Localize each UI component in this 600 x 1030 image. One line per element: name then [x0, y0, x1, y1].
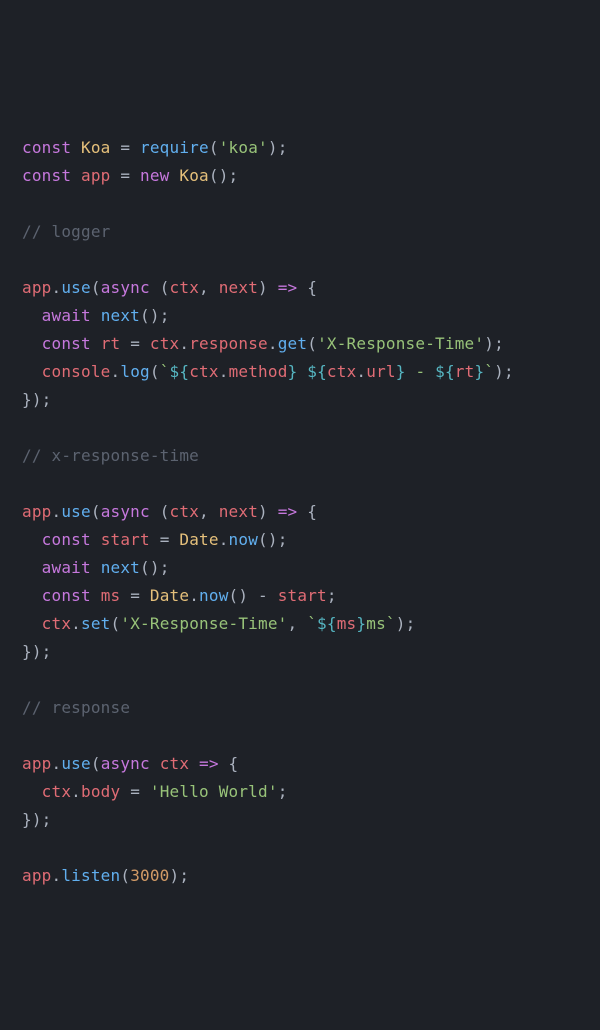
- code-line: const start = Date.now();: [22, 530, 288, 549]
- identifier: Koa: [81, 138, 111, 157]
- code-line: const app = new Koa();: [22, 166, 238, 185]
- code-line: app.use(async (ctx, next) => {: [22, 278, 317, 297]
- code-line: ctx.set('X-Response-Time', `${ms}ms`);: [22, 614, 415, 633]
- code-line: // logger: [22, 222, 111, 241]
- code-line: // x-response-time: [22, 446, 199, 465]
- code-line: await next();: [22, 306, 170, 325]
- code-line: const rt = ctx.response.get('X-Response-…: [22, 334, 504, 353]
- string: 'koa': [219, 138, 268, 157]
- code-line: const ms = Date.now() - start;: [22, 586, 337, 605]
- code-line: ctx.body = 'Hello World';: [22, 782, 288, 801]
- code-line: // response: [22, 698, 130, 717]
- code-block: const Koa = require('koa'); const app = …: [22, 134, 600, 890]
- comment: // logger: [22, 222, 111, 241]
- code-line: app.use(async (ctx, next) => {: [22, 502, 317, 521]
- comment: // x-response-time: [22, 446, 199, 465]
- code-line: });: [22, 810, 52, 829]
- comment: // response: [22, 698, 130, 717]
- code-line: app.listen(3000);: [22, 866, 189, 885]
- code-line: const Koa = require('koa');: [22, 138, 288, 157]
- code-line: await next();: [22, 558, 170, 577]
- code-line: });: [22, 642, 52, 661]
- code-line: });: [22, 390, 52, 409]
- code-line: console.log(`${ctx.method} ${ctx.url} - …: [22, 362, 514, 381]
- keyword-const: const: [22, 138, 71, 157]
- function-call: require: [140, 138, 209, 157]
- code-line: app.use(async ctx => {: [22, 754, 238, 773]
- number: 3000: [130, 866, 169, 885]
